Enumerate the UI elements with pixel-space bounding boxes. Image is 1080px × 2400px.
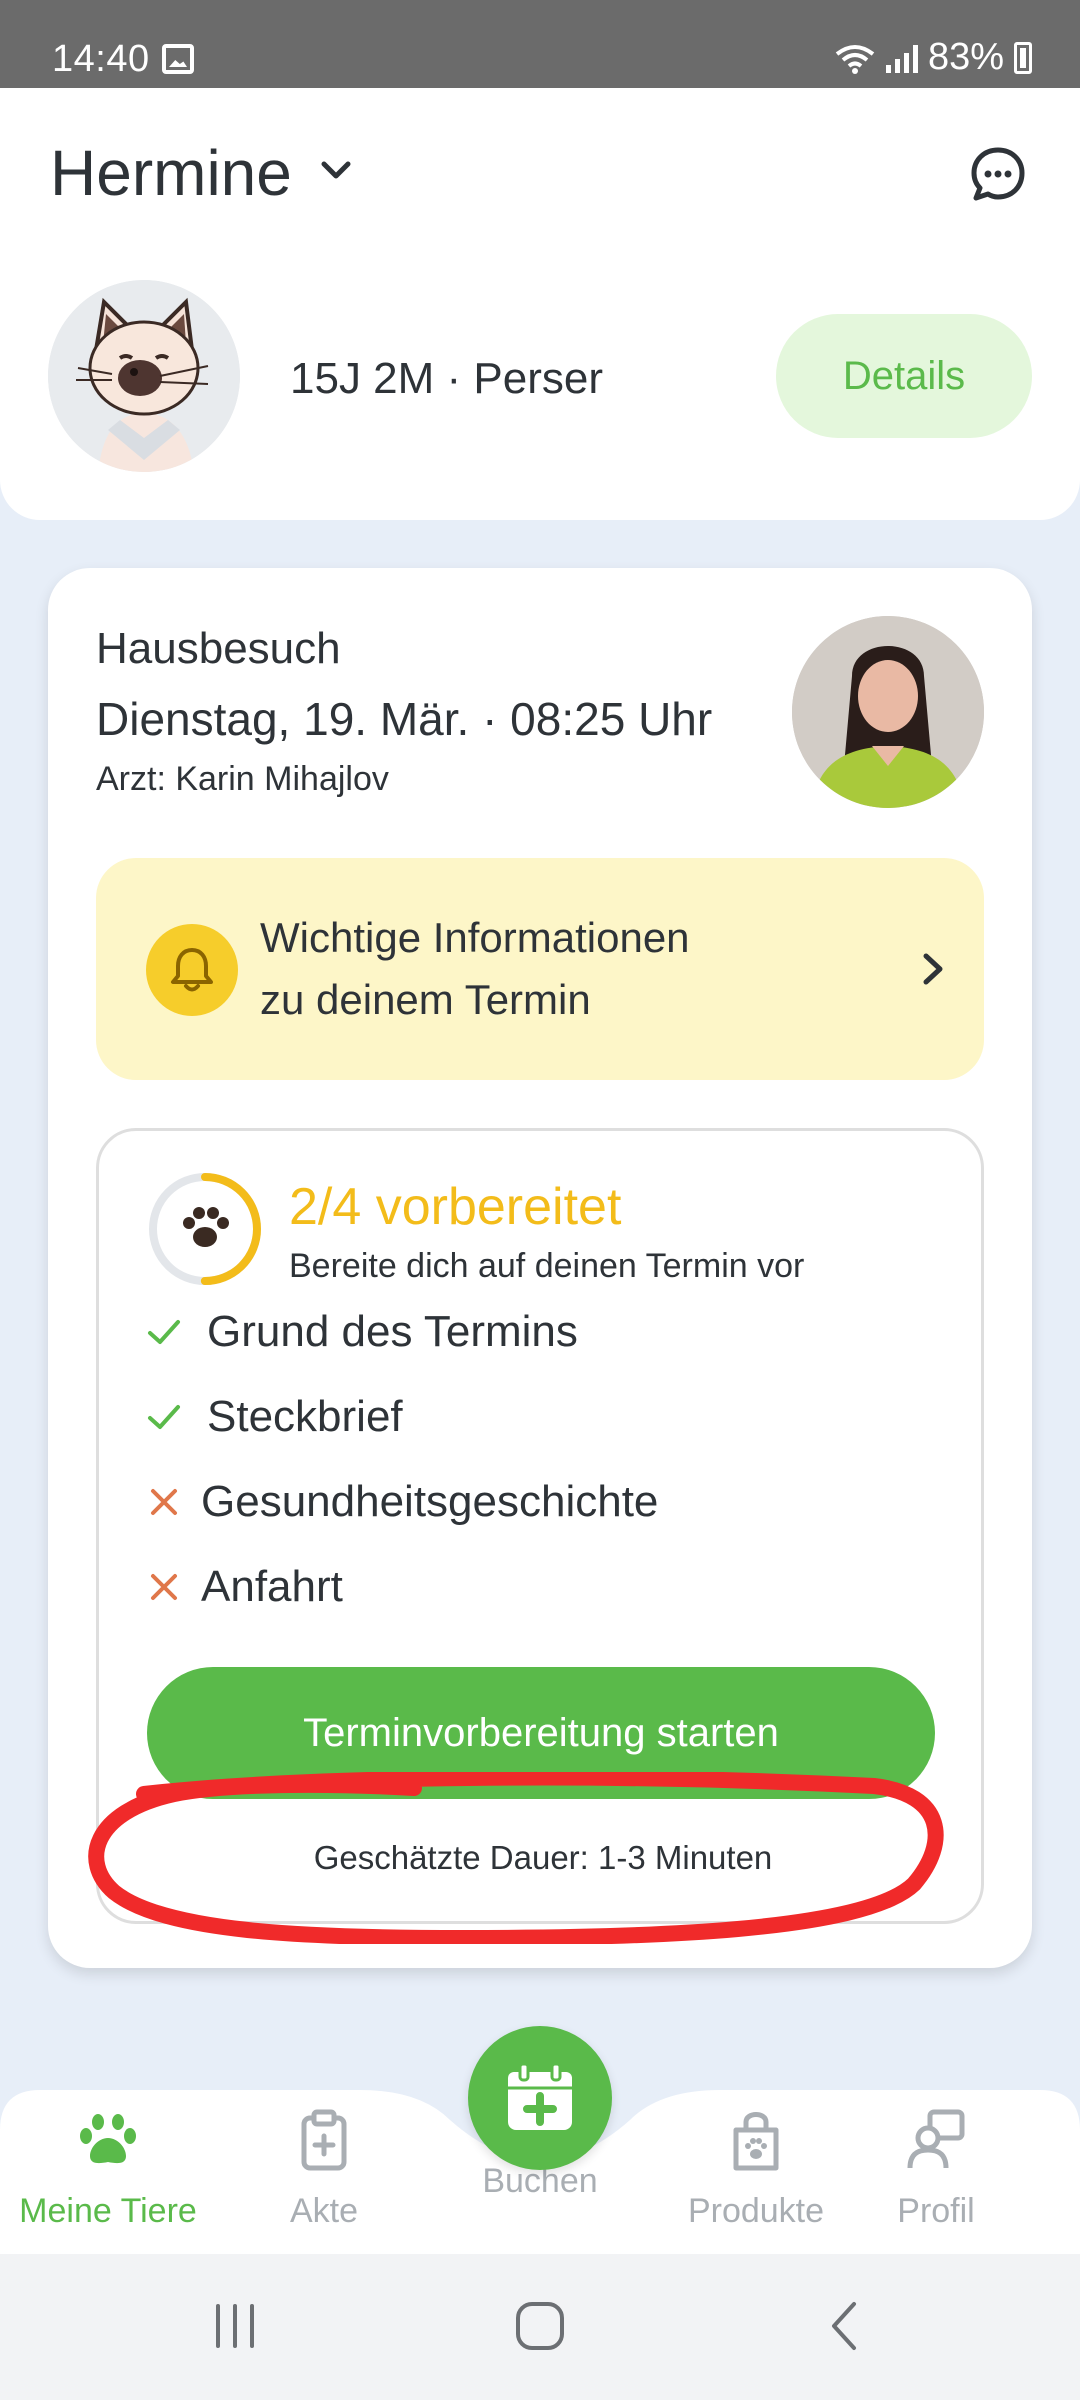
recent-apps-icon[interactable] bbox=[210, 2298, 260, 2354]
nav-label: Meine Tiere bbox=[19, 2192, 197, 2230]
bag-icon bbox=[733, 2112, 779, 2171]
system-navigation-bar bbox=[0, 2254, 1080, 2400]
paw-icon bbox=[183, 1207, 229, 1247]
check-icon bbox=[143, 1396, 185, 1438]
checklist-item: Grund des Termins bbox=[143, 1307, 578, 1357]
appointment-type: Hausbesuch bbox=[96, 624, 341, 673]
preparation-panel: 2/4 vorbereitet Bereite dich auf deinen … bbox=[96, 1128, 984, 1924]
estimated-duration: Geschätzte Dauer: 1-3 Minuten bbox=[313, 1839, 773, 1876]
appointment-card: Hausbesuch Dienstag, 19. Mär. · 08:25 Uh… bbox=[48, 568, 1032, 1968]
back-icon[interactable] bbox=[820, 2298, 870, 2354]
signal-icon bbox=[885, 43, 918, 73]
chevron-right-icon bbox=[923, 953, 943, 985]
book-appointment-button[interactable] bbox=[468, 2026, 612, 2170]
status-indicators: 83% bbox=[834, 36, 1032, 79]
nav-profil[interactable]: Profil bbox=[836, 2108, 1036, 2231]
cat-illustration bbox=[48, 280, 240, 472]
pet-avatar[interactable] bbox=[48, 280, 240, 472]
pet-card: 15J 2M · Perser Details bbox=[0, 230, 1080, 520]
nav-akte[interactable]: Akte bbox=[224, 2108, 424, 2231]
appointment-doctor: Arzt: Karin Mihajlov bbox=[96, 760, 389, 798]
checklist-item: Steckbrief bbox=[143, 1392, 403, 1442]
pet-age-breed: 15J 2M · Perser bbox=[290, 354, 603, 403]
cross-icon bbox=[143, 1481, 185, 1523]
home-icon[interactable] bbox=[510, 2298, 570, 2354]
profile-icon bbox=[907, 2109, 965, 2169]
chat-icon[interactable] bbox=[968, 144, 1028, 204]
pet-selector[interactable]: Hermine bbox=[50, 136, 292, 210]
nav-label: Akte bbox=[289, 2192, 359, 2230]
appointment-date-time: Dienstag, 19. Mär. · 08:25 Uhr bbox=[96, 693, 713, 745]
nav-meine-tiere[interactable]: Meine Tiere bbox=[8, 2108, 208, 2231]
doctor-avatar bbox=[792, 616, 984, 808]
preparation-subtitle: Bereite dich auf deinen Termin vor bbox=[289, 1247, 805, 1285]
checklist-label: Anfahrt bbox=[201, 1562, 343, 1611]
doctor-photo bbox=[792, 616, 984, 808]
app-header: Hermine bbox=[0, 88, 1080, 230]
checklist-item: Anfahrt bbox=[143, 1562, 343, 1612]
battery-icon bbox=[1014, 41, 1032, 74]
chevron-down-icon[interactable] bbox=[318, 152, 354, 188]
wifi-icon bbox=[835, 44, 875, 74]
checklist-label: Gesundheitsgeschichte bbox=[201, 1477, 659, 1526]
check-icon bbox=[143, 1311, 185, 1353]
important-info-banner[interactable]: Wichtige Informationen zu deinem Termin bbox=[96, 858, 984, 1080]
cross-icon bbox=[143, 1566, 185, 1608]
calendar-plus-icon bbox=[508, 2062, 572, 2130]
clipboard-icon bbox=[301, 2109, 347, 2171]
progress-ring bbox=[149, 1173, 261, 1285]
image-notification-icon bbox=[162, 44, 194, 74]
details-button[interactable]: Details bbox=[776, 314, 1032, 438]
preparation-progress-title: 2/4 vorbereitet bbox=[289, 1178, 622, 1236]
checklist-label: Grund des Termins bbox=[207, 1307, 578, 1356]
info-title-line2: zu deinem Termin bbox=[260, 976, 591, 1023]
battery-percent: 83% bbox=[927, 36, 1004, 78]
paw-icon bbox=[80, 2114, 136, 2164]
status-time: 14:40 bbox=[52, 38, 150, 80]
nav-label: Produkte bbox=[687, 2192, 825, 2230]
nav-produkte[interactable]: Produkte bbox=[656, 2108, 856, 2231]
checklist-item: Gesundheitsgeschichte bbox=[143, 1477, 658, 1527]
checklist-label: Steckbrief bbox=[207, 1392, 403, 1441]
info-title-line1: Wichtige Informationen bbox=[260, 914, 690, 961]
status-bar: 14:40 83% bbox=[0, 0, 1080, 88]
bell-icon bbox=[146, 924, 238, 1016]
start-preparation-button[interactable]: Terminvorbereitung starten bbox=[147, 1667, 935, 1799]
nav-label: Profil bbox=[897, 2192, 975, 2230]
